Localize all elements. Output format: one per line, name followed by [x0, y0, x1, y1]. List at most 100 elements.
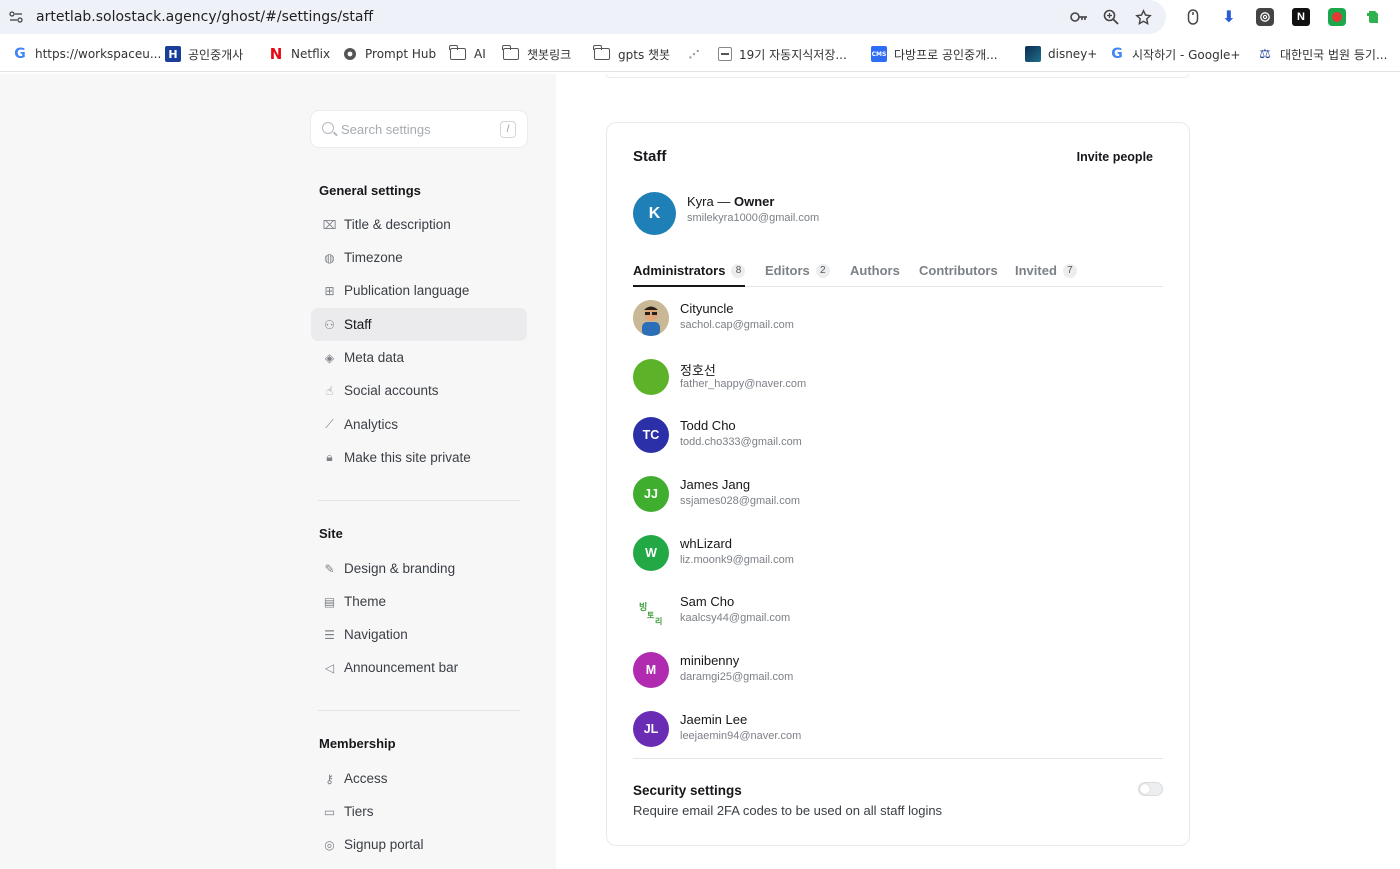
nav-announcement-bar[interactable]: ◁ Announcement bar	[311, 651, 527, 684]
require-2fa-toggle[interactable]	[1138, 782, 1163, 796]
invite-people-button[interactable]: Invite people	[1077, 150, 1153, 164]
search-input[interactable]	[341, 119, 491, 139]
nav-label: Analytics	[344, 417, 399, 432]
nav-label: Timezone	[344, 250, 403, 265]
owner-name-text: Kyra	[687, 194, 714, 209]
owner-role: Owner	[733, 194, 775, 209]
folder-icon	[593, 45, 610, 60]
tab-editors[interactable]: Editors 2	[765, 263, 830, 287]
tab-administrators[interactable]: Administrators 8	[633, 263, 746, 287]
user-email: father_happy@naver.com	[680, 378, 807, 390]
nav-staff[interactable]: ⚇ Staff	[311, 308, 527, 341]
extension-video-icon[interactable]	[1328, 8, 1346, 26]
bookmark-item[interactable]: G 시작하기 - Google+	[1109, 45, 1240, 63]
section-divider	[633, 758, 1163, 759]
nav-title-description[interactable]: ⌧ Title & description	[311, 208, 527, 241]
nav-label: Theme	[344, 594, 387, 609]
user-email: todd.cho333@gmail.com	[680, 436, 802, 448]
layers-icon: ◈	[324, 350, 335, 365]
staff-row[interactable]: W whLizard liz.moonk9@gmail.com	[633, 535, 1163, 575]
staff-icon: ⚇	[324, 317, 335, 332]
bookmark-item[interactable]: ⋰	[686, 45, 709, 63]
nav-social-accounts[interactable]: ☝ Social accounts	[311, 374, 527, 407]
extension-mouse-icon[interactable]	[1184, 8, 1202, 26]
bookmark-folder[interactable]: gpts 챗봇	[593, 45, 671, 63]
password-key-icon[interactable]	[1070, 8, 1088, 26]
staff-row[interactable]: JJ James Jang ssjames028@gmail.com	[633, 476, 1163, 516]
nav-make-private[interactable]: 🔒︎ Make this site private	[311, 441, 527, 474]
user-email: kaalcsy44@gmail.com	[680, 612, 791, 624]
tab-label: Invited	[1015, 263, 1057, 278]
nav-label: Social accounts	[344, 383, 439, 398]
extension-download-icon[interactable]: ⬇	[1220, 8, 1238, 26]
bookmark-item[interactable]: H 공인중개사	[165, 45, 243, 63]
nav-meta-data[interactable]: ◈ Meta data	[311, 341, 527, 374]
user-email: liz.moonk9@gmail.com	[680, 554, 794, 566]
user-name: Jaemin Lee	[680, 712, 748, 727]
staff-row[interactable]: TC Todd Cho todd.cho333@gmail.com	[633, 417, 1163, 457]
translate-icon: ⊞	[324, 283, 335, 298]
bookmark-item[interactable]: disney+	[1025, 45, 1097, 63]
bookmark-folder[interactable]: 챗봇링크	[502, 45, 571, 63]
nav-navigation[interactable]: ☰ Navigation	[311, 618, 527, 651]
user-name: whLizard	[680, 536, 733, 551]
owner-name[interactable]: Kyra — Owner	[687, 194, 774, 209]
bookmark-star-icon[interactable]	[1134, 8, 1152, 26]
tab-label: Authors	[850, 263, 900, 278]
bookmark-item[interactable]: 19기 자동지식저장...	[718, 45, 847, 63]
folder-icon	[502, 45, 519, 60]
extension-notion-icon[interactable]: N	[1292, 8, 1310, 26]
extension-openai-icon[interactable]	[1256, 8, 1274, 26]
bookmark-item[interactable]: Prompt Hub	[342, 45, 436, 63]
zoom-icon[interactable]	[1102, 8, 1120, 26]
text-icon: ⌧	[322, 217, 337, 232]
staff-row[interactable]: Cityuncle sachol.cap@gmail.com	[633, 300, 1163, 340]
staff-row[interactable]: 정호선 father_happy@naver.com	[633, 359, 1163, 399]
nav-design-branding[interactable]: ✎ Design & branding	[311, 552, 527, 585]
site-info-icon[interactable]	[9, 10, 23, 24]
nav-publication-language[interactable]: ⊞ Publication language	[311, 274, 527, 307]
netflix-icon: N	[269, 45, 283, 63]
tab-label: Administrators	[633, 263, 726, 278]
disney-icon	[1025, 46, 1041, 62]
tab-invited[interactable]: Invited 7	[1015, 263, 1077, 287]
nav-label: Tiers	[344, 804, 374, 819]
bookmark-item[interactable]: ⚖ 대한민국 법원 등기...	[1257, 45, 1387, 63]
user-avatar: W	[633, 535, 669, 571]
nav-theme[interactable]: ▤ Theme	[311, 585, 527, 618]
bookmark-item[interactable]: G https://workspaceu...	[12, 45, 161, 63]
nav-timezone[interactable]: ◍ Timezone	[311, 241, 527, 274]
staff-row[interactable]: 빙토리 Sam Cho kaalcsy44@gmail.com	[633, 593, 1163, 633]
dabang-icon: CMS	[871, 46, 887, 62]
nav-access[interactable]: ⚷ Access	[311, 762, 527, 795]
user-name: minibenny	[680, 653, 740, 668]
tab-contributors[interactable]: Contributors	[919, 263, 998, 287]
brush-icon: ✎	[324, 561, 335, 576]
bookmark-label: AI	[474, 47, 486, 61]
site-heading: Site	[319, 526, 343, 541]
staff-row[interactable]: M minibenny daramgi25@gmail.com	[633, 652, 1163, 692]
membership-heading: Membership	[319, 736, 396, 751]
page-icon	[718, 47, 732, 61]
portal-icon: ◎	[324, 837, 335, 852]
bookmark-item[interactable]: CMS 다방프로 공인중개...	[871, 45, 998, 63]
staff-row[interactable]: JL Jaemin Lee leejaemin94@naver.com	[633, 711, 1163, 751]
megaphone-icon: ◁	[324, 660, 335, 675]
user-name: Todd Cho	[680, 418, 736, 433]
user-avatar	[633, 359, 669, 395]
bookmark-item[interactable]: N Netflix	[268, 45, 330, 63]
address-bar[interactable]: artetlab.solostack.agency/ghost/#/settin…	[0, 0, 1166, 34]
extension-evernote-icon[interactable]	[1364, 8, 1382, 26]
tab-authors[interactable]: Authors	[850, 263, 900, 287]
url-text[interactable]: artetlab.solostack.agency/ghost/#/settin…	[36, 9, 373, 25]
nav-signup-portal[interactable]: ◎ Signup portal	[311, 828, 527, 861]
nav-analytics[interactable]: ⟋ Analytics	[311, 408, 527, 441]
bookmark-label: Netflix	[291, 47, 331, 61]
search-box[interactable]: /	[311, 111, 527, 147]
bookmark-label: gpts 챗봇	[618, 47, 671, 62]
court-icon: ⚖	[1259, 46, 1271, 62]
sidebar-divider	[318, 500, 520, 501]
owner-avatar[interactable]: K	[633, 192, 676, 235]
nav-tiers[interactable]: ▭ Tiers	[311, 795, 527, 828]
bookmark-folder[interactable]: AI	[449, 45, 486, 63]
